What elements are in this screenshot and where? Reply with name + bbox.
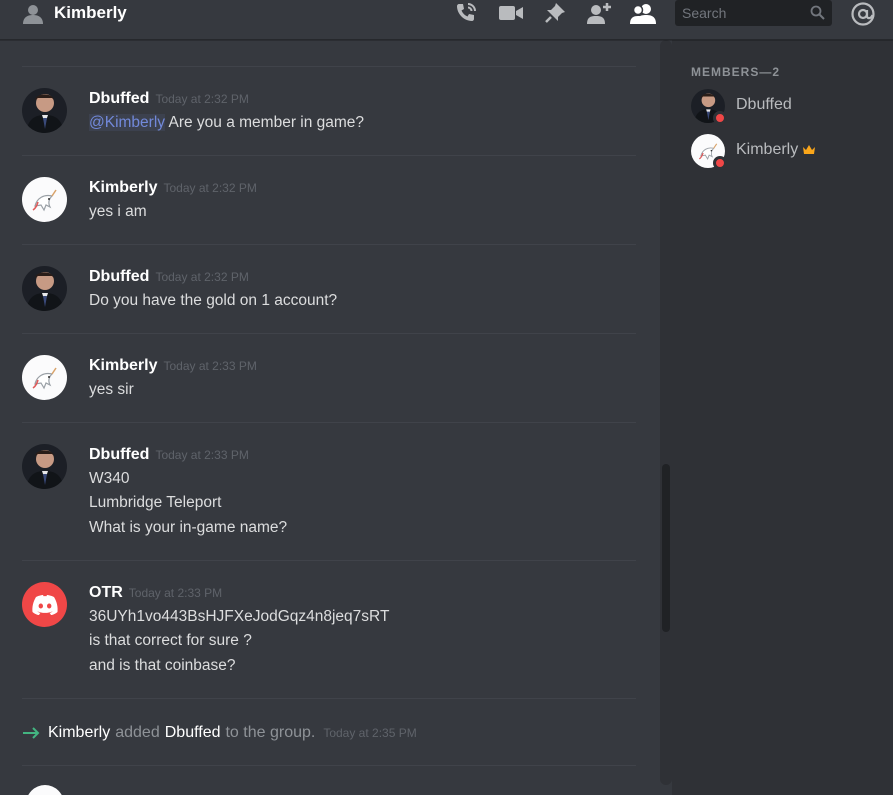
message-text: Are you a member in game? <box>168 114 365 131</box>
pin-icon[interactable] <box>542 2 568 24</box>
scrollbar-thumb[interactable] <box>662 464 670 632</box>
message-divider <box>22 698 636 699</box>
member-name: Kimberly <box>736 141 799 158</box>
message-author[interactable]: Dbuffed <box>89 446 149 463</box>
member-list: MEMBERS—2 Dbuffed Kimberly <box>672 40 893 795</box>
system-target[interactable]: Dbuffed <box>165 724 221 742</box>
message-text: Lumbridge Teleport <box>89 494 222 511</box>
message-divider <box>22 244 636 245</box>
mention-icon[interactable] <box>850 1 876 32</box>
avatar-dbuffed[interactable] <box>22 88 67 133</box>
system-message: Kimberly added Dbuffed to the group. Tod… <box>22 724 417 742</box>
message-text: W340 <box>89 470 130 487</box>
avatar-kimberly[interactable] <box>22 177 67 222</box>
message-text: Do you have the gold on 1 account? <box>89 292 338 309</box>
message-text: and is that coinbase? <box>89 657 236 674</box>
member-list-icon[interactable] <box>630 2 656 24</box>
discord-logo-icon <box>31 594 58 615</box>
member-dbuffed[interactable]: Dbuffed <box>691 89 881 127</box>
message-author[interactable]: OTR <box>89 584 123 601</box>
system-suffix: to the group. <box>225 724 316 741</box>
message-text: is that correct for sure ? <box>89 632 252 649</box>
avatar-kimberly[interactable] <box>22 355 67 400</box>
add-friend-icon[interactable] <box>587 2 613 24</box>
message-author[interactable]: Dbuffed <box>89 268 149 285</box>
call-icon[interactable] <box>453 2 479 24</box>
channel-title: Kimberly <box>54 3 127 22</box>
message-timestamp: Today at 2:32 PM <box>155 270 249 284</box>
message-text: yes sir <box>89 381 134 398</box>
message-divider <box>22 765 636 766</box>
status-dnd-icon <box>713 111 727 125</box>
person-icon <box>22 4 44 24</box>
message-list[interactable]: Dbuffed Today at 2:32 PM @Kimberly Are yo… <box>0 40 671 795</box>
message-timestamp: Today at 2:33 PM <box>155 448 249 462</box>
message-timestamp: Today at 2:33 PM <box>163 359 257 373</box>
search-box[interactable] <box>675 0 832 26</box>
system-verb: added <box>115 724 160 741</box>
member-name: Dbuffed <box>736 96 792 113</box>
message-item: OTR Today at 2:33 PM 36UYh1vo443BsHJFXeJo… <box>0 580 650 698</box>
avatar-otr[interactable] <box>22 582 67 627</box>
scrollbar-track[interactable] <box>660 40 672 785</box>
video-icon[interactable] <box>498 2 524 24</box>
message-timestamp: Today at 2:32 PM <box>163 181 257 195</box>
message-divider <box>22 422 636 423</box>
system-timestamp: Today at 2:35 PM <box>323 726 417 740</box>
message-item: Kimberly Today at 2:32 PM yes i am <box>0 175 650 245</box>
status-dnd-icon <box>713 156 727 170</box>
message-divider <box>22 560 636 561</box>
search-input[interactable] <box>682 5 804 21</box>
message-author[interactable]: Kimberly <box>89 357 157 374</box>
message-author[interactable]: Kimberly <box>89 179 157 196</box>
message-text: 36UYh1vo443BsHJFXeJodGqz4n8jeq7sRT <box>89 608 390 625</box>
owner-crown-icon <box>802 142 816 160</box>
message-divider <box>22 155 636 156</box>
user-mention[interactable]: @Kimberly <box>89 114 166 131</box>
message-divider <box>22 66 636 67</box>
message-timestamp: Today at 2:33 PM <box>128 586 223 600</box>
message-divider <box>22 333 636 334</box>
next-avatar <box>26 785 64 795</box>
message-timestamp: Today at 2:32 PM <box>155 92 249 106</box>
message-author[interactable]: Dbuffed <box>89 90 149 107</box>
channel-header: Kimberly <box>0 0 893 40</box>
message-item: Dbuffed Today at 2:33 PM W340 Lumbridge T… <box>0 442 650 560</box>
member-kimberly[interactable]: Kimberly <box>691 134 881 172</box>
message-text: What is your in-game name? <box>89 519 288 536</box>
join-arrow-icon <box>22 727 40 739</box>
message-item: Dbuffed Today at 2:32 PM @Kimberly Are yo… <box>0 86 650 156</box>
search-icon <box>810 5 825 25</box>
system-actor[interactable]: Kimberly <box>48 724 110 742</box>
avatar-dbuffed[interactable] <box>22 266 67 311</box>
members-header: MEMBERS—2 <box>691 65 781 79</box>
message-item: Dbuffed Today at 2:32 PM Do you have the … <box>0 264 650 334</box>
message-item: Kimberly Today at 2:33 PM yes sir <box>0 353 650 423</box>
message-text: yes i am <box>89 203 147 220</box>
avatar-dbuffed[interactable] <box>22 444 67 489</box>
